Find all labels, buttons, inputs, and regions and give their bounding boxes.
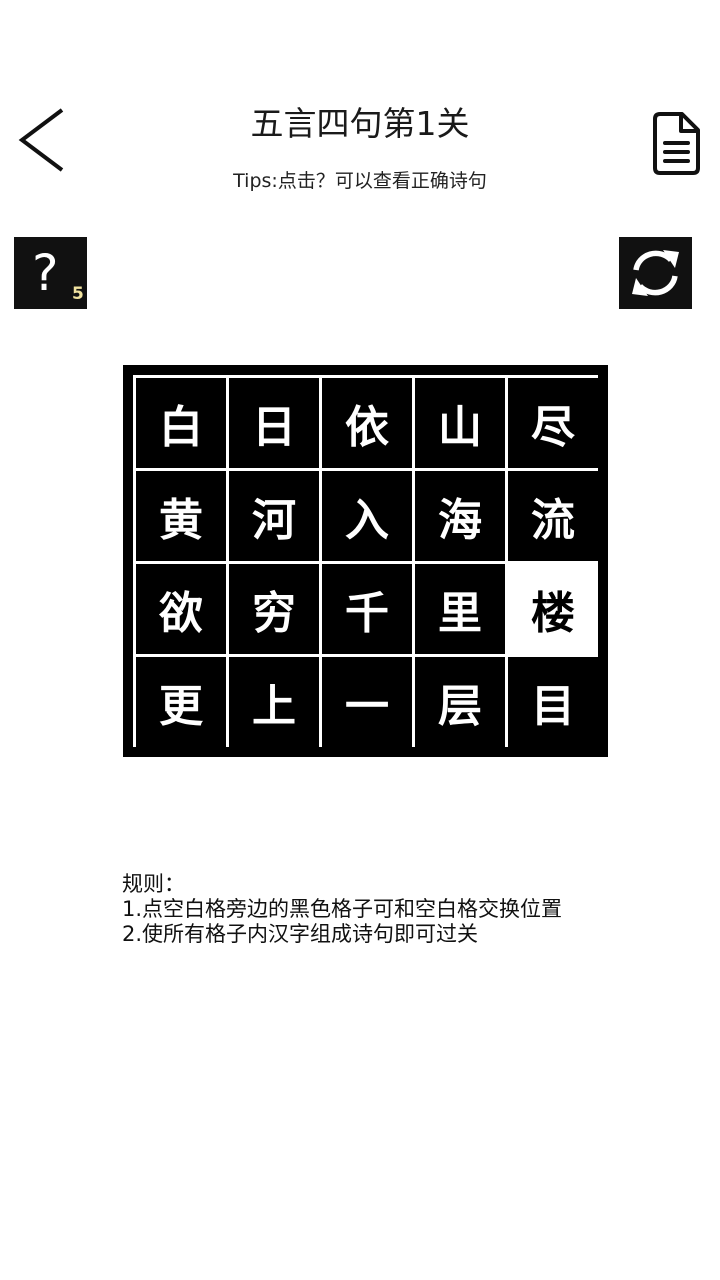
tile[interactable]: 层 [415,657,505,747]
tips-text: Tips:点击？可以查看正确诗句 [233,170,487,192]
hint-button[interactable]: ? 5 [14,237,87,309]
tile[interactable]: 白 [136,378,226,468]
rules-title: 规则： [122,872,185,896]
tile[interactable]: 尽 [508,378,598,468]
puzzle-board: 白 日 依 山 尽 黄 河 入 海 流 欲 穷 千 里 楼 更 上 一 层 目 [123,365,608,757]
page-title: 五言四句第1关 [250,104,470,143]
hint-count-badge: 5 [72,284,84,304]
puzzle-board-inner: 白 日 依 山 尽 黄 河 入 海 流 欲 穷 千 里 楼 更 上 一 层 目 [133,375,598,747]
tile[interactable]: 目 [508,657,598,747]
empty-tile[interactable]: 楼 [508,564,598,654]
tile[interactable]: 一 [322,657,412,747]
tile[interactable]: 河 [229,471,319,561]
tile[interactable]: 流 [508,471,598,561]
document-button[interactable] [650,110,704,178]
question-mark-icon: ? [32,244,59,302]
tile[interactable]: 海 [415,471,505,561]
tile[interactable]: 欲 [136,564,226,654]
tile[interactable]: 里 [415,564,505,654]
refresh-icon [632,250,679,296]
tile[interactable]: 更 [136,657,226,747]
document-icon [653,112,700,175]
tile[interactable]: 上 [229,657,319,747]
rules-line: 1.点空白格旁边的黑色格子可和空白格交换位置 [122,897,563,921]
rules-section: 规则： 1.点空白格旁边的黑色格子可和空白格交换位置 2.使所有格子内汉字组成诗… [122,872,602,947]
tile[interactable]: 依 [322,378,412,468]
rules-line: 2.使所有格子内汉字组成诗句即可过关 [122,922,479,946]
tile[interactable]: 千 [322,564,412,654]
tile[interactable]: 穷 [229,564,319,654]
tile-grid: 白 日 依 山 尽 黄 河 入 海 流 欲 穷 千 里 楼 更 上 一 层 目 [136,378,598,747]
tile[interactable]: 山 [415,378,505,468]
tile[interactable]: 黄 [136,471,226,561]
tile[interactable]: 日 [229,378,319,468]
tile[interactable]: 入 [322,471,412,561]
refresh-button[interactable] [619,237,692,309]
